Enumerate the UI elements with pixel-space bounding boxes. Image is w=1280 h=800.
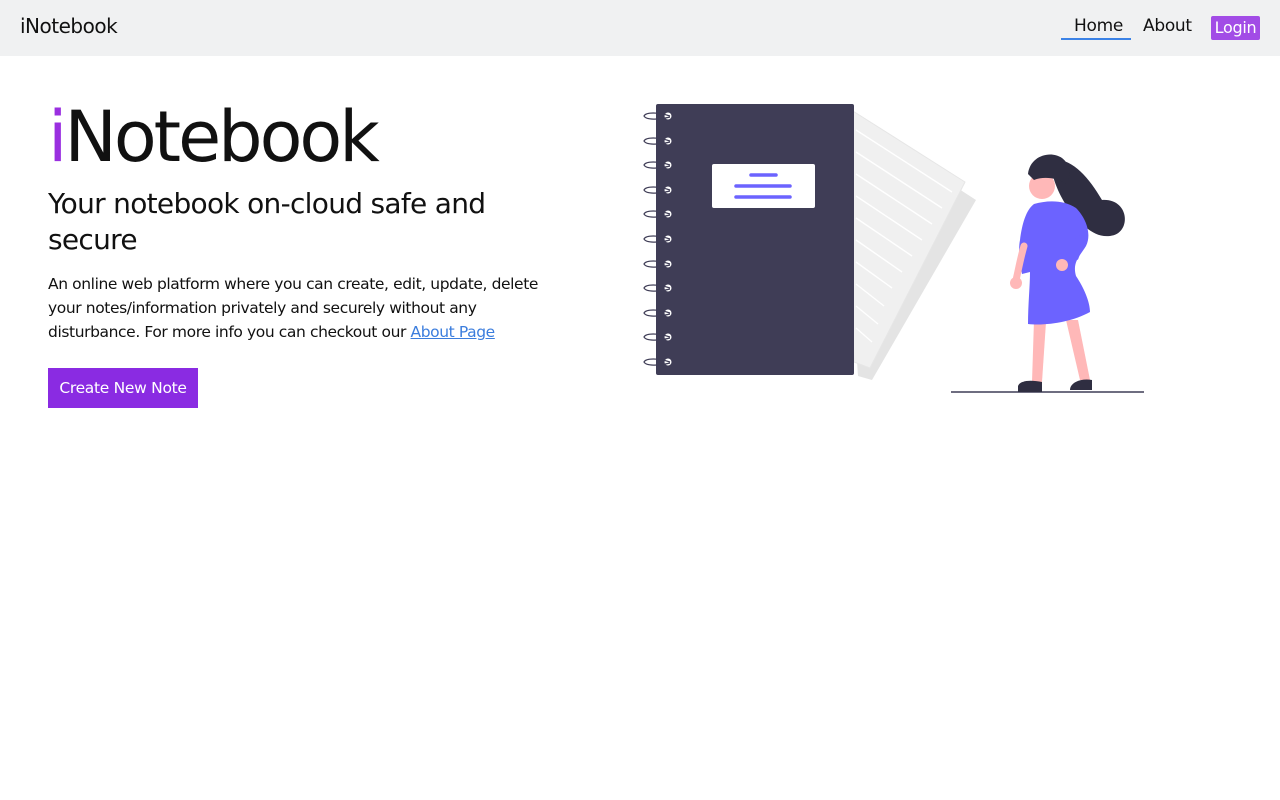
notebook-woman-illustration [643,104,1144,393]
login-button[interactable]: Login [1211,16,1260,40]
paper-stack-icon [840,105,976,380]
about-page-link[interactable]: About Page [411,323,496,341]
nav-home-link[interactable]: Home [1074,16,1123,36]
notebook-cover [656,104,854,375]
active-nav-indicator [1061,38,1131,40]
navbar: iNotebook Home About Login [0,0,1280,56]
hero-subtitle: Your notebook on-cloud safe and secure [48,187,486,256]
hero-title: iNotebook [48,92,380,182]
hero-title-accent: i [48,96,68,178]
woman-figure [1010,154,1125,392]
hero-title-rest: Notebook [64,96,379,178]
brand-link[interactable]: iNotebook [20,14,118,38]
hero-description: An online web platform where you can cre… [48,272,558,344]
nav-about-link[interactable]: About [1143,16,1192,36]
create-new-note-button[interactable]: Create New Note [48,368,198,408]
